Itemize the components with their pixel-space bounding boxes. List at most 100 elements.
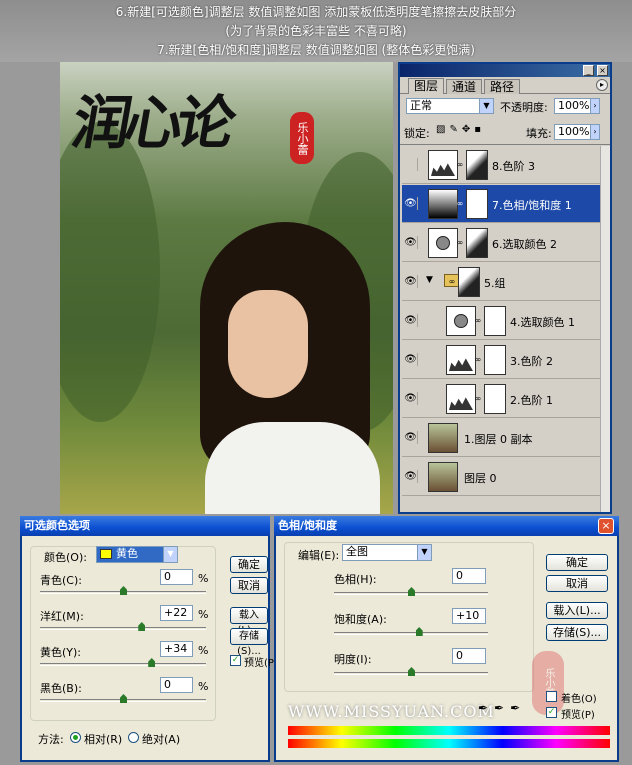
dialog-title: 色相/饱和度 xyxy=(274,516,619,536)
layer-row[interactable]: 👁 ∞ 7.色相/饱和度 1 xyxy=(402,185,600,223)
eyedropper-icons[interactable]: ✒✒✒ xyxy=(478,701,526,715)
edit-select[interactable]: 全图 ▼ xyxy=(342,544,432,561)
layer-thumbnail xyxy=(428,423,458,453)
panel-menu-icon[interactable]: ▸ xyxy=(596,79,608,91)
slider-track[interactable] xyxy=(40,627,206,630)
slider-track[interactable] xyxy=(334,632,488,635)
slider-value-input[interactable]: 0 xyxy=(160,677,193,693)
load-button[interactable]: 载入(L)... xyxy=(546,602,608,619)
link-icon[interactable]: ∞ xyxy=(474,316,482,325)
link-icon[interactable]: ∞ xyxy=(456,238,464,247)
visibility-eye-icon[interactable]: 👁 xyxy=(404,197,418,210)
preview-label: 预览(P) xyxy=(244,658,278,669)
preview-checkbox[interactable]: ✓ xyxy=(230,655,241,666)
blend-mode-select[interactable]: 正常 ▼ xyxy=(406,98,494,114)
slider-value-input[interactable]: +34 xyxy=(160,641,193,657)
layer-thumbnail xyxy=(428,462,458,492)
layer-row[interactable]: 👁 ∞ 3.色阶 2 xyxy=(402,341,600,379)
chevron-down-icon: ▼ xyxy=(479,99,493,113)
close-icon[interactable]: × xyxy=(598,518,614,534)
absolute-radio[interactable] xyxy=(128,732,139,743)
visibility-eye-icon[interactable]: 👁 xyxy=(404,470,418,483)
watermark-text: WWW.MISSYUAN.COM xyxy=(288,702,495,721)
layer-row[interactable]: ∞ 8.色阶 3 xyxy=(402,146,600,184)
yellow-swatch xyxy=(100,549,112,559)
layer-row[interactable]: 👁 ∞ 2.色阶 1 xyxy=(402,380,600,418)
layer-mask-thumbnail[interactable] xyxy=(484,384,506,414)
opacity-input[interactable]: 100% › xyxy=(554,98,600,114)
layer-row[interactable]: 👁 1.图层 0 副本 xyxy=(402,419,600,457)
selective-color-icon xyxy=(428,228,458,258)
tab-paths[interactable]: 路径 xyxy=(484,79,521,94)
colors-label: 颜色(O): xyxy=(44,551,87,564)
method-label: 方法: xyxy=(38,733,64,746)
layer-name: 7.色相/饱和度 1 xyxy=(492,199,572,212)
layer-row[interactable]: 👁 ∞ 4.选取颜色 1 xyxy=(402,302,600,340)
colorize-checkbox[interactable]: ✓ xyxy=(546,691,557,702)
link-icon[interactable]: ∞ xyxy=(456,199,464,208)
visibility-eye-icon[interactable]: 👁 xyxy=(404,236,418,249)
expand-triangle-icon[interactable]: ▼ xyxy=(426,275,433,285)
layer-mask-thumbnail[interactable] xyxy=(466,189,488,219)
save-button[interactable]: 存储(S)... xyxy=(546,624,608,641)
layer-mask-thumbnail[interactable] xyxy=(458,267,480,297)
colors-select[interactable]: 黄色 ▼ xyxy=(96,546,178,563)
caption-line-1: 6.新建[可选颜色]调整层 数值调整如图 添加蒙板低透明度笔擦擦去皮肤部分 xyxy=(115,5,517,19)
minimize-icon[interactable]: _ xyxy=(583,65,594,76)
relative-radio[interactable] xyxy=(70,732,81,743)
layer-mask-thumbnail[interactable] xyxy=(484,345,506,375)
relative-label: 相对(R) xyxy=(84,733,123,746)
layer-mask-thumbnail[interactable] xyxy=(466,228,488,258)
ok-button[interactable]: 确定 xyxy=(230,556,268,573)
hue-saturation-dialog: 色相/饱和度 × 编辑(E): 全图 ▼ 色相(H): 0 饱和度(A): +10 明度… xyxy=(274,516,619,762)
visibility-eye-icon[interactable]: 👁 xyxy=(404,431,418,444)
layer-mask-thumbnail[interactable] xyxy=(466,150,488,180)
calligraphy-logo: 润心论 xyxy=(67,89,236,157)
layer-row[interactable]: 👁 ▼ ∞ 5.组 xyxy=(402,263,600,301)
save-button[interactable]: 存储(S)... xyxy=(230,628,268,657)
colors-value: 黄色 xyxy=(116,547,138,560)
fill-input[interactable]: 100% › xyxy=(554,124,600,140)
slider-value-input[interactable]: +10 xyxy=(452,608,486,624)
slider-value-input[interactable]: 0 xyxy=(452,648,486,664)
layer-mask-thumbnail[interactable] xyxy=(484,306,506,336)
slider-value-input[interactable]: 0 xyxy=(160,569,193,585)
dress-shape xyxy=(205,422,380,514)
layer-row[interactable]: 👁 ∞ 6.选取颜色 2 xyxy=(402,224,600,262)
layer-row[interactable]: 👁 图层 0 xyxy=(402,458,600,496)
absolute-label: 绝对(A) xyxy=(142,733,181,746)
link-icon[interactable]: ∞ xyxy=(456,160,464,169)
load-button[interactable]: 载入(L)... xyxy=(230,607,268,636)
percent-unit: % xyxy=(198,572,209,585)
tutorial-caption: 6.新建[可选颜色]调整层 数值调整如图 添加蒙板低透明度笔擦擦去皮肤部分 (为… xyxy=(0,0,632,62)
caption-line-3: 7.新建[色相/饱和度]调整层 数值调整如图 (整体色彩更饱满) xyxy=(157,43,475,57)
chevron-down-icon: ▼ xyxy=(163,547,177,562)
fill-label: 填充: xyxy=(526,127,552,140)
preview-checkbox[interactable]: ✓ xyxy=(546,707,557,718)
slider-label: 黑色(B): xyxy=(40,682,82,695)
cancel-button[interactable]: 取消 xyxy=(230,577,268,594)
link-icon[interactable]: ∞ xyxy=(474,394,482,403)
visibility-eye-icon[interactable]: 👁 xyxy=(404,275,418,288)
visibility-eye-icon[interactable]: 👁 xyxy=(404,314,418,327)
slider-track[interactable] xyxy=(40,663,206,666)
ok-button[interactable]: 确定 xyxy=(546,554,608,571)
panel-titlebar[interactable]: _ × xyxy=(400,64,610,77)
visibility-eye-icon[interactable]: 👁 xyxy=(404,353,418,366)
visibility-eye-icon[interactable] xyxy=(404,158,418,171)
slider-value-input[interactable]: 0 xyxy=(452,568,486,584)
tab-layers[interactable]: 图层 xyxy=(408,78,445,94)
grass-left xyxy=(60,122,160,422)
link-icon[interactable]: ∞ xyxy=(474,355,482,364)
visibility-eye-icon[interactable]: 👁 xyxy=(404,392,418,405)
hue-bar-input xyxy=(288,726,610,735)
close-icon[interactable]: × xyxy=(597,65,608,76)
tab-channels[interactable]: 通道 xyxy=(446,79,483,94)
slider-value-input[interactable]: +22 xyxy=(160,605,193,621)
layers-scrollbar[interactable] xyxy=(600,146,610,512)
lock-icons[interactable]: ▧✎✥▪ xyxy=(436,124,485,135)
link-icon[interactable]: ∞ xyxy=(448,277,456,286)
slider-label: 色相(H): xyxy=(334,573,377,586)
cancel-button[interactable]: 取消 xyxy=(546,575,608,592)
opacity-label: 不透明度: xyxy=(500,101,548,114)
